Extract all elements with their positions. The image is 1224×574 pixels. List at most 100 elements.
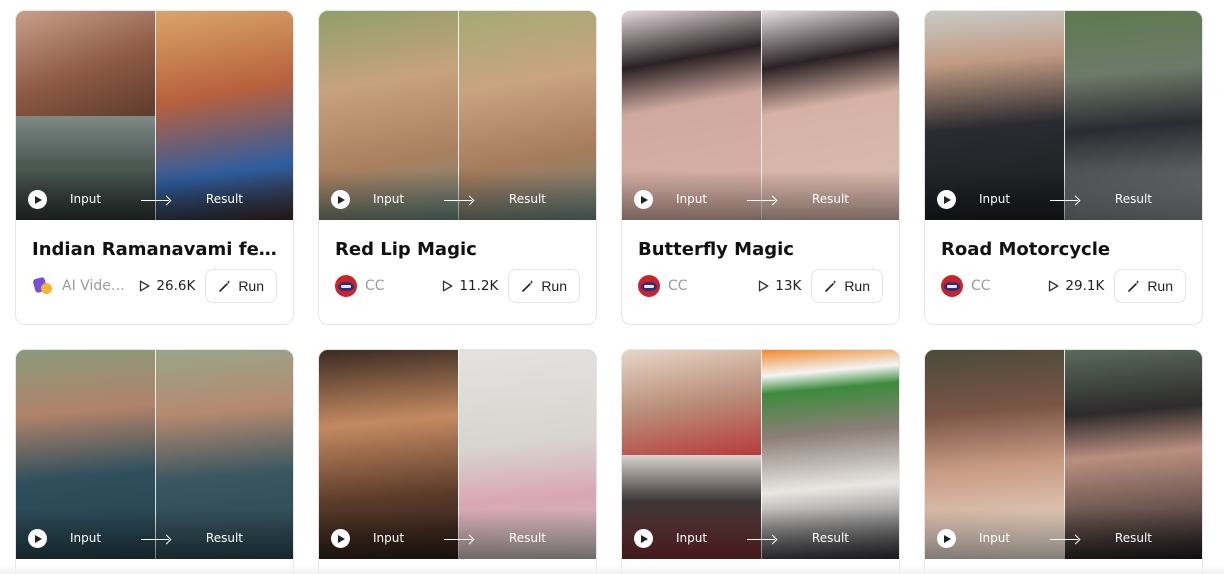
result-label: Result: [811, 531, 849, 545]
result-label: Result: [811, 192, 849, 206]
card-title[interactable]: Road Motorcycle: [941, 238, 1186, 262]
play-icon[interactable]: [28, 529, 47, 548]
play-icon[interactable]: [28, 190, 47, 209]
card-title[interactable]: Indian Ramanavami festi…: [32, 238, 277, 262]
bottom-fade: [0, 564, 1224, 574]
magic-wand-icon: [825, 280, 837, 292]
card-thumbnail[interactable]: Input Result: [319, 350, 596, 559]
input-image-top: [16, 11, 155, 116]
play-icon[interactable]: [331, 529, 350, 548]
card-thumbnail[interactable]: Input Result: [16, 350, 293, 559]
play-count-value: 13K: [775, 278, 802, 294]
template-card[interactable]: Input Result: [924, 349, 1203, 574]
card-meta: CC 11.2K Run: [335, 269, 580, 303]
play-icon[interactable]: [634, 529, 653, 548]
arrow-right-icon: [444, 539, 472, 540]
author-name[interactable]: CC: [971, 278, 1040, 294]
play-outline-icon: [140, 280, 150, 292]
thumbnail-shade: [319, 170, 596, 220]
play-count: 13K: [758, 278, 801, 294]
cc-avatar-icon[interactable]: [638, 275, 660, 297]
play-icon[interactable]: [937, 190, 956, 209]
magic-wand-icon: [1128, 280, 1140, 292]
play-count: 11.2K: [442, 278, 498, 294]
author-name[interactable]: CC: [365, 278, 434, 294]
card-meta: CC 13K Run: [638, 269, 883, 303]
play-outline-icon: [443, 280, 453, 292]
thumbnail-shade: [319, 509, 596, 559]
play-count: 29.1K: [1048, 278, 1104, 294]
template-card[interactable]: Input Result: [318, 349, 597, 574]
result-label: Result: [1114, 192, 1152, 206]
thumbnail-shade: [925, 170, 1202, 220]
play-count: 26.6K: [139, 278, 195, 294]
input-label: Input: [676, 531, 708, 545]
result-label: Result: [205, 192, 243, 206]
arrow-right-icon: [747, 539, 775, 540]
result-label: Result: [508, 531, 546, 545]
template-card-indian-ramanavami[interactable]: Input Result Indian Ramanavami festi… AI…: [15, 10, 294, 325]
card-meta: AI Video… 26.6K Run: [32, 269, 277, 303]
play-icon[interactable]: [634, 190, 653, 209]
run-button-label: Run: [844, 278, 870, 294]
magic-wand-icon: [219, 280, 231, 292]
template-card-road-motorcycle[interactable]: Input Result Road Motorcycle CC 29.1K Ru…: [924, 10, 1203, 325]
thumbnail-shade: [16, 170, 293, 220]
play-count-value: 29.1K: [1065, 278, 1105, 294]
cc-avatar-icon[interactable]: [941, 275, 963, 297]
arrow-right-icon: [141, 539, 169, 540]
arrow-right-icon: [141, 200, 169, 201]
template-grid: Input Result Indian Ramanavami festi… AI…: [15, 10, 1203, 574]
input-label: Input: [373, 531, 405, 545]
run-button-label: Run: [541, 278, 567, 294]
card-meta: CC 29.1K Run: [941, 269, 1186, 303]
run-button-label: Run: [1147, 278, 1173, 294]
run-button[interactable]: Run: [811, 269, 883, 303]
input-image-top: [622, 350, 761, 455]
card-thumbnail[interactable]: Input Result: [16, 11, 293, 220]
run-button[interactable]: Run: [1114, 269, 1186, 303]
arrow-right-icon: [1050, 200, 1078, 201]
card-thumbnail[interactable]: Input Result: [622, 11, 899, 220]
run-button-label: Run: [238, 278, 264, 294]
play-outline-icon: [759, 280, 769, 292]
cc-avatar-icon[interactable]: [335, 275, 357, 297]
author-name[interactable]: AI Video…: [62, 278, 131, 294]
input-label: Input: [373, 192, 405, 206]
run-button[interactable]: Run: [205, 269, 277, 303]
input-label: Input: [676, 192, 708, 206]
card-thumbnail[interactable]: Input Result: [925, 350, 1202, 559]
play-icon[interactable]: [331, 190, 350, 209]
card-thumbnail[interactable]: Input Result: [319, 11, 596, 220]
play-outline-icon: [1049, 280, 1059, 292]
card-thumbnail[interactable]: Input Result: [622, 350, 899, 559]
input-label: Input: [979, 192, 1011, 206]
app-logo-icon[interactable]: [32, 275, 54, 297]
magic-wand-icon: [522, 280, 534, 292]
play-count-value: 26.6K: [156, 278, 196, 294]
card-thumbnail[interactable]: Input Result: [925, 11, 1202, 220]
card-title[interactable]: Red Lip Magic: [335, 238, 580, 262]
run-button[interactable]: Run: [508, 269, 580, 303]
author-name[interactable]: CC: [668, 278, 750, 294]
result-label: Result: [205, 531, 243, 545]
template-card[interactable]: Input Result: [15, 349, 294, 574]
thumbnail-shade: [622, 509, 899, 559]
input-label: Input: [979, 531, 1011, 545]
play-count-value: 11.2K: [459, 278, 499, 294]
arrow-right-icon: [444, 200, 472, 201]
input-label: Input: [70, 531, 102, 545]
arrow-right-icon: [1050, 539, 1078, 540]
card-title[interactable]: Butterfly Magic: [638, 238, 883, 262]
input-label: Input: [70, 192, 102, 206]
result-label: Result: [1114, 531, 1152, 545]
template-card-butterfly-magic[interactable]: Input Result Butterfly Magic CC 13K Run: [621, 10, 900, 325]
play-icon[interactable]: [937, 529, 956, 548]
thumbnail-shade: [16, 509, 293, 559]
template-card-red-lip-magic[interactable]: Input Result Red Lip Magic CC 11.2K Run: [318, 10, 597, 325]
thumbnail-shade: [622, 170, 899, 220]
result-label: Result: [508, 192, 546, 206]
thumbnail-shade: [925, 509, 1202, 559]
template-card[interactable]: Input Result: [621, 349, 900, 574]
arrow-right-icon: [747, 200, 775, 201]
